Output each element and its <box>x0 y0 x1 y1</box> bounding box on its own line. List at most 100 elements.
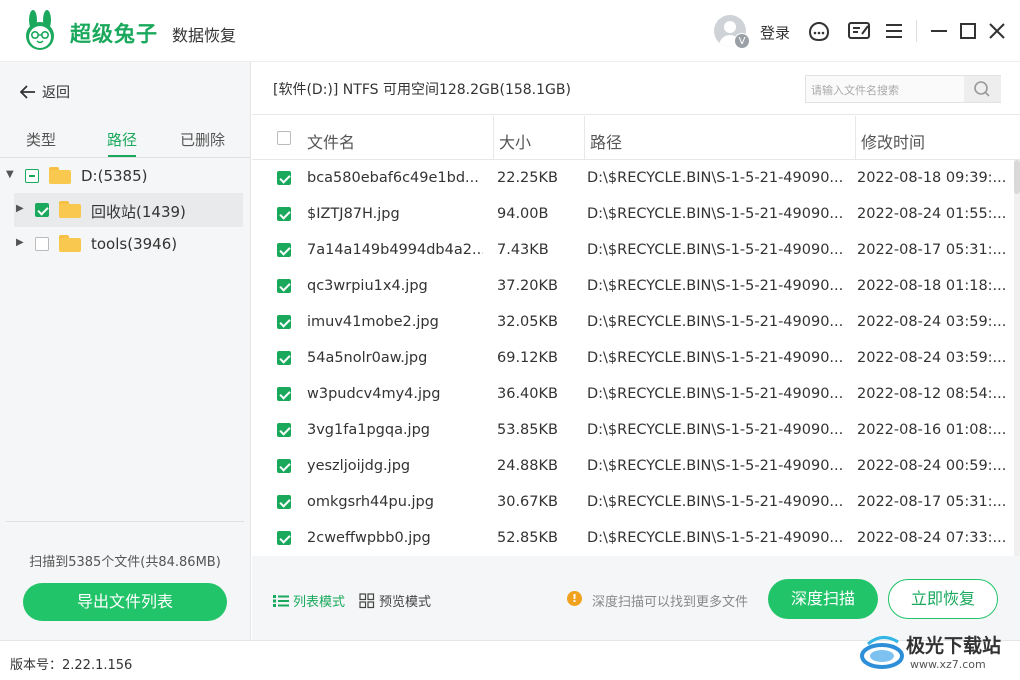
file-size: 22.25KB <box>497 170 558 186</box>
vertical-scrollbar[interactable] <box>1014 160 1020 556</box>
titlebar-separator <box>916 20 917 42</box>
column-divider[interactable] <box>584 116 585 160</box>
left-panel: 返回 类型 路径 已删除 ▼ D:(5385) ▶ 回收站(1439) ▶ to… <box>0 62 251 640</box>
table-row[interactable]: yeszljoijdg.jpg 24.88KB D:\$RECYCLE.BIN\… <box>252 448 1017 484</box>
maximize-icon[interactable] <box>955 18 981 44</box>
row-checkbox[interactable] <box>277 171 291 185</box>
deep-scan-hint: 深度扫描可以找到更多文件 <box>592 595 749 610</box>
file-size: 37.20KB <box>497 278 558 294</box>
row-checkbox[interactable] <box>277 207 291 221</box>
divider <box>252 114 1020 115</box>
tree-checkbox-drive-d[interactable] <box>25 169 39 183</box>
tab-deleted[interactable]: 已删除 <box>180 129 225 150</box>
column-divider[interactable] <box>855 116 856 160</box>
rabbit-logo-icon <box>26 10 54 50</box>
customer-service-icon[interactable] <box>806 18 832 44</box>
deep-scan-button[interactable]: 深度扫描 <box>768 579 878 619</box>
preview-mode-toggle[interactable]: 预览模式 <box>359 591 431 610</box>
tree-node-tools[interactable]: ▶ tools(3946) <box>0 227 250 261</box>
column-header-modified[interactable]: 修改时间 <box>861 129 925 153</box>
scrollbar-thumb[interactable] <box>1014 160 1020 194</box>
table-row[interactable]: 54a5nolr0aw.jpg 69.12KB D:\$RECYCLE.BIN\… <box>252 340 1017 376</box>
back-label: 返回 <box>42 85 70 101</box>
row-checkbox[interactable] <box>277 315 291 329</box>
brand-subtitle: 数据恢复 <box>172 26 237 45</box>
caret-down-icon[interactable]: ▼ <box>6 169 14 180</box>
tree-checkbox-tools[interactable] <box>35 237 49 251</box>
column-header-name[interactable]: 文件名 <box>307 129 355 153</box>
feedback-icon[interactable] <box>846 18 872 44</box>
file-path: D:\$RECYCLE.BIN\S-1-5-21-49090... <box>587 458 843 474</box>
tree-checkbox-recycle-bin[interactable] <box>35 203 49 217</box>
table-row[interactable]: 7a14a149b4994db4a2... 7.43KB D:\$RECYCLE… <box>252 232 1017 268</box>
file-name: qc3wrpiu1x4.jpg <box>307 278 428 294</box>
folder-icon <box>59 235 81 252</box>
file-name: 7a14a149b4994db4a2... <box>307 242 483 258</box>
file-name: omkgsrh44pu.jpg <box>307 494 434 510</box>
column-header-size[interactable]: 大小 <box>499 129 531 153</box>
table-row[interactable]: imuv41mobe2.jpg 32.05KB D:\$RECYCLE.BIN\… <box>252 304 1017 340</box>
table-row[interactable]: 2cweffwpbb0.jpg 52.85KB D:\$RECYCLE.BIN\… <box>252 520 1017 556</box>
file-name: imuv41mobe2.jpg <box>307 314 439 330</box>
column-header-path[interactable]: 路径 <box>590 129 622 153</box>
title-bar: 超级兔子 数据恢复 V 登录 <box>0 0 1020 62</box>
brand-name: 超级兔子 <box>70 22 158 46</box>
file-size: 52.85KB <box>497 530 558 546</box>
table-row[interactable]: omkgsrh44pu.jpg 30.67KB D:\$RECYCLE.BIN\… <box>252 484 1017 520</box>
watermark-url: www.xz7.com <box>910 658 986 671</box>
file-modified: 2022-08-24 03:59:... <box>857 314 1005 330</box>
tree-node-recycle-bin[interactable]: ▶ 回收站(1439) <box>14 193 243 227</box>
menu-icon[interactable] <box>881 18 907 44</box>
active-tab-indicator <box>108 155 136 157</box>
file-path: D:\$RECYCLE.BIN\S-1-5-21-49090... <box>587 206 843 222</box>
row-checkbox[interactable] <box>277 459 291 473</box>
caret-right-icon[interactable]: ▶ <box>16 237 24 248</box>
file-size: 36.40KB <box>497 386 558 402</box>
row-checkbox[interactable] <box>277 243 291 257</box>
tree-node-drive-d[interactable]: ▼ D:(5385) <box>0 159 250 193</box>
file-name: 2cweffwpbb0.jpg <box>307 530 431 546</box>
close-icon[interactable] <box>984 18 1010 44</box>
column-divider[interactable] <box>493 116 494 160</box>
aurora-logo-icon <box>860 636 904 669</box>
recover-now-button[interactable]: 立即恢复 <box>888 579 998 619</box>
arrow-left-icon <box>20 85 35 99</box>
table-row[interactable]: w3pudcv4my4.jpg 36.40KB D:\$RECYCLE.BIN\… <box>252 376 1017 412</box>
row-checkbox[interactable] <box>277 387 291 401</box>
row-checkbox[interactable] <box>277 279 291 293</box>
preview-mode-label: 预览模式 <box>379 595 432 610</box>
table-row[interactable]: bca580ebaf6c49e1bd... 22.25KB D:\$RECYCL… <box>252 160 1017 196</box>
file-name: 54a5nolr0aw.jpg <box>307 350 428 366</box>
minimize-icon[interactable] <box>926 18 952 44</box>
caret-right-icon[interactable]: ▶ <box>16 203 24 214</box>
file-size: 53.85KB <box>497 422 558 438</box>
search-input[interactable]: 请输入文件名搜索 <box>811 82 899 98</box>
file-modified: 2022-08-17 05:31:... <box>857 494 1005 510</box>
tab-type[interactable]: 类型 <box>26 129 56 150</box>
search-button[interactable] <box>964 76 1001 102</box>
file-modified: 2022-08-12 08:54:... <box>857 386 1005 402</box>
main-panel: [软件(D:)] NTFS 可用空间128.2GB(158.1GB) 请输入文件… <box>252 62 1020 640</box>
table-row[interactable]: $IZTJ87H.jpg 94.00B D:\$RECYCLE.BIN\S-1-… <box>252 196 1017 232</box>
row-checkbox[interactable] <box>277 531 291 545</box>
login-link[interactable]: 登录 <box>760 22 790 43</box>
select-all-checkbox[interactable] <box>277 131 291 145</box>
app-window: 超级兔子 数据恢复 V 登录 返回 类型 路径 已删除 ▼ D:(5385) ▶… <box>0 0 1020 680</box>
table-row[interactable]: qc3wrpiu1x4.jpg 37.20KB D:\$RECYCLE.BIN\… <box>252 268 1017 304</box>
file-path: D:\$RECYCLE.BIN\S-1-5-21-49090... <box>587 386 843 402</box>
file-modified: 2022-08-24 07:33:... <box>857 530 1005 546</box>
back-button[interactable]: 返回 <box>20 82 70 102</box>
row-checkbox[interactable] <box>277 423 291 437</box>
table-row[interactable]: 3vg1fa1pgqa.jpg 53.85KB D:\$RECYCLE.BIN\… <box>252 412 1017 448</box>
row-checkbox[interactable] <box>277 351 291 365</box>
folder-icon <box>49 167 71 184</box>
tree-label-drive-d: D:(5385) <box>81 167 148 185</box>
tab-path[interactable]: 路径 <box>107 129 137 150</box>
folder-icon <box>59 201 81 218</box>
row-checkbox[interactable] <box>277 495 291 509</box>
file-path: D:\$RECYCLE.BIN\S-1-5-21-49090... <box>587 350 843 366</box>
export-file-list-button[interactable]: 导出文件列表 <box>23 583 227 621</box>
search-box[interactable]: 请输入文件名搜索 <box>805 75 1001 103</box>
table-header: 文件名 大小 路径 修改时间 <box>252 116 1020 160</box>
list-mode-toggle[interactable]: 列表模式 <box>273 591 345 610</box>
